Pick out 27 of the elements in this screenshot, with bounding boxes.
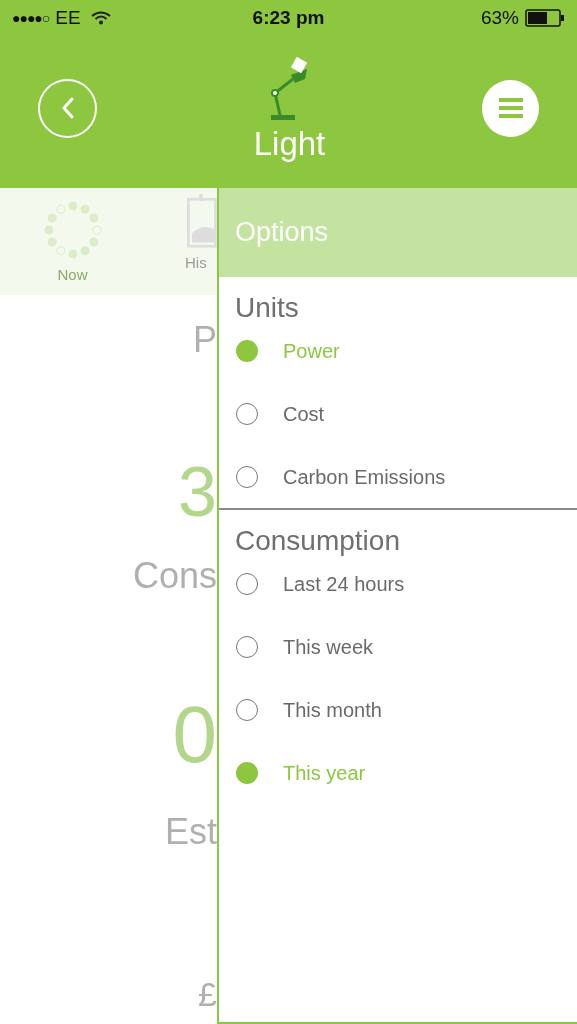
battery-percentage: 63%	[480, 5, 519, 30]
carrier-name: EE	[55, 5, 81, 30]
back-button[interactable]	[38, 78, 97, 138]
radio-option[interactable]: Carbon Emissions	[219, 445, 577, 508]
battery-icon	[525, 9, 565, 27]
estimate-label: Est	[165, 810, 217, 854]
signal-strength: ●●●●○	[12, 8, 50, 28]
value-text: 3	[178, 457, 217, 527]
value-text: 0	[172, 695, 217, 775]
radio-button[interactable]	[236, 339, 258, 362]
calendar-chart-icon	[185, 192, 217, 248]
panel-title: Options	[235, 216, 329, 250]
wifi-icon	[90, 11, 111, 25]
menu-button[interactable]	[482, 79, 539, 137]
radio-option[interactable]: This week	[219, 615, 577, 678]
clock-time: 6:23 pm	[252, 5, 325, 30]
chevron-left-icon	[60, 97, 75, 119]
power-label: P	[193, 318, 217, 362]
radio-option[interactable]: Cost	[219, 382, 577, 445]
page-title: Light	[253, 126, 326, 160]
section-heading: Consumption	[234, 524, 401, 558]
consumption-label: Cons	[132, 554, 217, 598]
radio-option[interactable]: This month	[219, 678, 577, 741]
radio-button[interactable]	[236, 761, 258, 784]
currency-text: £	[198, 974, 217, 1015]
menu-icon	[498, 97, 523, 119]
loading-spinner-icon	[42, 200, 103, 260]
